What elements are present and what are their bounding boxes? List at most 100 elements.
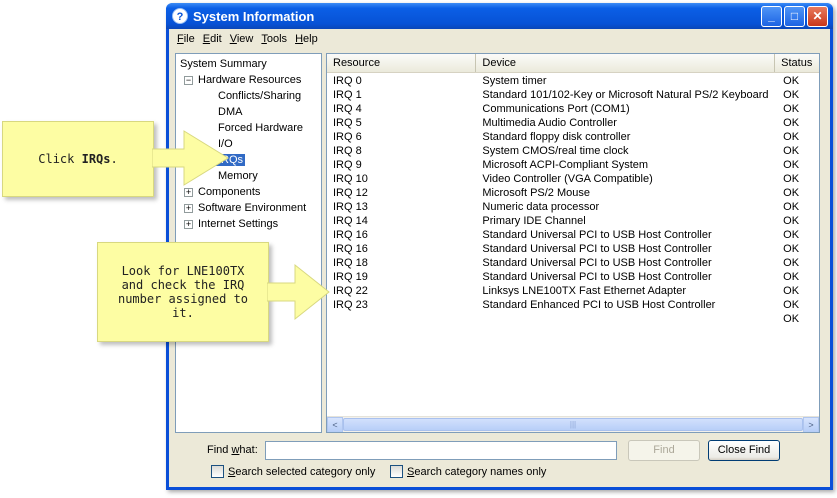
cell-device: Linksys LNE100TX Fast Ethernet Adapter (482, 285, 686, 297)
table-row[interactable]: IRQ 5 Multimedia Audio Controller OK (327, 116, 819, 130)
cell-device: Standard Universal PCI to USB Host Contr… (482, 271, 712, 283)
find-bar: Find what: Find Close Find Search select… (169, 436, 830, 486)
cell-status: OK (783, 159, 800, 171)
window-title: System Information (193, 8, 315, 24)
table-row[interactable]: IRQ 16 Standard Universal PCI to USB Host… (327, 228, 819, 242)
cell-status: OK (783, 145, 800, 157)
table-row[interactable]: OK (327, 312, 819, 326)
cell-resource: IRQ 1 (333, 89, 362, 101)
cell-resource: IRQ 4 (333, 103, 362, 115)
list-header: Resource Device Status (327, 54, 819, 73)
cell-resource: IRQ 19 (333, 271, 368, 283)
menu-file[interactable]: File (173, 33, 199, 45)
scrollbar-thumb[interactable]: ||| (343, 418, 803, 431)
search-category-names-option[interactable]: Search category names only (390, 465, 546, 478)
cell-status: OK (783, 117, 800, 129)
collapse-toggle-icon[interactable]: − (184, 75, 193, 85)
callout-click-irqs: Click IRQs. (2, 121, 154, 197)
cell-device (476, 312, 775, 326)
system-info-app-icon: ? (172, 8, 188, 24)
search-selected-category-option[interactable]: Search selected category only (211, 465, 375, 478)
cell-device: Standard Universal PCI to USB Host Contr… (482, 243, 712, 255)
cell-device: Standard floppy disk controller (482, 131, 631, 143)
table-row[interactable]: IRQ 12 Microsoft PS/2 Mouse OK (327, 186, 819, 200)
tree-item-conflicts-sharing[interactable]: Conflicts/Sharing (180, 88, 321, 104)
table-row[interactable]: IRQ 18 Standard Universal PCI to USB Host… (327, 256, 819, 270)
find-what-input[interactable] (265, 441, 617, 460)
cell-resource: IRQ 13 (333, 201, 368, 213)
cell-device: Numeric data processor (482, 201, 600, 213)
expand-toggle-icon[interactable]: + (184, 219, 193, 229)
cell-resource: IRQ 6 (333, 131, 362, 143)
tree-item-system-summary[interactable]: System Summary (180, 56, 321, 72)
minimize-button[interactable]: _ (761, 6, 782, 27)
cell-resource: IRQ 5 (333, 117, 362, 129)
menu-view[interactable]: View (226, 33, 258, 45)
cell-resource: IRQ 18 (333, 257, 368, 269)
cell-status: OK (783, 271, 800, 283)
window-controls: _ □ ✕ (761, 6, 828, 27)
maximize-button[interactable]: □ (784, 6, 805, 27)
search-category-names-label: Search category names only (407, 465, 547, 478)
horizontal-scrollbar[interactable]: < ||| > (327, 416, 819, 432)
search-selected-category-checkbox[interactable] (211, 465, 224, 478)
cell-device: System timer (482, 75, 547, 87)
cell-device: Multimedia Audio Controller (482, 117, 617, 129)
table-row[interactable]: IRQ 0 System timer OK (327, 74, 819, 88)
cell-status: OK (783, 103, 800, 115)
arrow-right-icon (152, 130, 229, 186)
cell-resource: IRQ 16 (333, 243, 368, 255)
cell-status: OK (783, 173, 800, 185)
table-row[interactable]: IRQ 19 Standard Universal PCI to USB Host… (327, 270, 819, 284)
find-button[interactable]: Find (628, 440, 700, 461)
tree-item-dma[interactable]: DMA (180, 104, 321, 120)
search-category-names-checkbox[interactable] (390, 465, 403, 478)
table-row[interactable]: IRQ 16 Standard Universal PCI to USB Host… (327, 242, 819, 256)
details-list[interactable]: Resource Device Status IRQ 0 System timer… (326, 53, 820, 433)
scroll-right-icon[interactable]: > (803, 417, 819, 432)
table-row[interactable]: IRQ 9 Microsoft ACPI-Compliant System OK (327, 158, 819, 172)
scroll-left-icon[interactable]: < (327, 417, 343, 432)
tree-item-software-environment[interactable]: + Software Environment (180, 200, 321, 216)
cell-resource: IRQ 9 (333, 159, 362, 171)
menu-tools[interactable]: Tools (257, 33, 291, 45)
cell-resource (327, 312, 476, 326)
table-row[interactable]: IRQ 23 Standard Enhanced PCI to USB Host … (327, 298, 819, 312)
table-row[interactable]: IRQ 13 Numeric data processor OK (327, 200, 819, 214)
cell-resource: IRQ 10 (333, 173, 368, 185)
column-header-device[interactable]: Device (476, 54, 776, 72)
cell-device: Microsoft PS/2 Mouse (482, 187, 590, 199)
cell-status: OK (783, 187, 800, 199)
menu-bar: File Edit View Tools Help (169, 29, 830, 48)
close-button[interactable]: ✕ (807, 6, 828, 27)
cell-status: OK (783, 89, 800, 101)
column-header-status[interactable]: Status (775, 54, 819, 72)
tree-item-internet-settings[interactable]: + Internet Settings (180, 216, 321, 232)
cell-device: Standard Enhanced PCI to USB Host Contro… (482, 299, 716, 311)
table-row[interactable]: IRQ 4 Communications Port (COM1) OK (327, 102, 819, 116)
table-row[interactable]: IRQ 14 Primary IDE Channel OK (327, 214, 819, 228)
cell-resource: IRQ 14 (333, 215, 368, 227)
menu-edit[interactable]: Edit (199, 33, 226, 45)
table-row[interactable]: IRQ 22 Linksys LNE100TX Fast Ethernet Ada… (327, 284, 819, 298)
cell-status: OK (783, 215, 800, 227)
cell-resource: IRQ 23 (333, 299, 368, 311)
list-rows: IRQ 0 System timer OK IRQ 1 Standard 101/102… (327, 73, 819, 326)
cell-device: Video Controller (VGA Compatible) (482, 173, 653, 185)
tree-item-hardware-resources[interactable]: − Hardware Resources (180, 72, 321, 88)
column-header-resource[interactable]: Resource (327, 54, 477, 72)
cell-device: Primary IDE Channel (482, 215, 586, 227)
cell-device: System CMOS/real time clock (482, 145, 629, 157)
title-bar[interactable]: ? System Information _ □ ✕ (166, 3, 833, 29)
table-row[interactable]: IRQ 6 Standard floppy disk controller OK (327, 130, 819, 144)
table-row[interactable]: IRQ 10 Video Controller (VGA Compatible) O… (327, 172, 819, 186)
cell-status: OK (783, 313, 800, 325)
search-selected-category-label: Search selected category only (228, 465, 376, 478)
menu-help[interactable]: Help (291, 33, 322, 45)
expand-toggle-icon[interactable]: + (184, 203, 193, 213)
table-row[interactable]: IRQ 8 System CMOS/real time clock OK (327, 144, 819, 158)
close-find-button[interactable]: Close Find (708, 440, 780, 461)
table-row[interactable]: IRQ 1 Standard 101/102-Key or Microsoft N… (327, 88, 819, 102)
cell-resource: IRQ 16 (333, 229, 368, 241)
cell-device: Standard 101/102-Key or Microsoft Natura… (482, 89, 769, 101)
